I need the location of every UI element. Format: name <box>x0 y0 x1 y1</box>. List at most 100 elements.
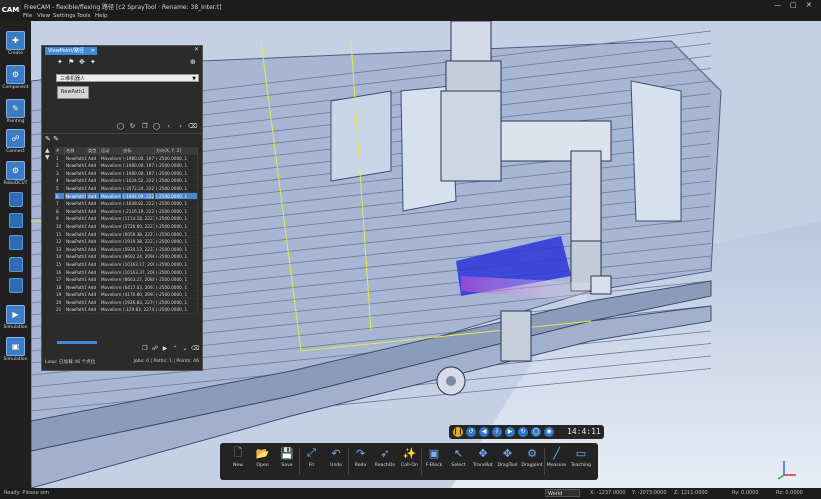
ry-readout: Ry: 0.0000 <box>732 490 759 496</box>
table-row[interactable]: 5NewPath1-5AddMovelinm(-3572.24, 2227.24… <box>55 184 198 193</box>
toolbar-f-block-button[interactable]: ▣ F-Block <box>422 446 446 469</box>
table-row[interactable]: 19NewPath1-19AddMovelinm(4170.80, 2093.2… <box>55 291 198 299</box>
toolbar-undo-button[interactable]: ↶ Undo <box>324 446 348 469</box>
rail-simulation-1[interactable]: ▶ Simulation <box>0 305 31 330</box>
robot-select[interactable]: 三维机器人 ▼ <box>56 74 199 82</box>
toolbar-reachon-button[interactable]: ➶ ReachOn <box>373 446 397 469</box>
pause-button[interactable]: ❙❙ <box>453 427 463 437</box>
table-row[interactable]: 7NewPath1-7AddMovelinm(-1648.82, 2227.24… <box>55 200 198 208</box>
toolbar-dragjoint-button[interactable]: ⚙ Dragjoint <box>520 446 544 469</box>
table-row[interactable]: 2NewPath1-2AddMovelinm(-1980.00, 1975.00… <box>55 162 198 170</box>
table-row[interactable]: 8NewPath1-8AddMovelinm(-2116.19, 2227.24… <box>55 207 198 216</box>
panel-close-icon[interactable]: ✕ <box>194 46 199 53</box>
tab-close-icon[interactable]: ✕ <box>91 47 95 55</box>
toolbar-measure-button[interactable]: ╱ Measure <box>545 446 569 469</box>
left-icon[interactable]: ‹ <box>164 122 173 131</box>
table-cell: Add <box>87 192 100 201</box>
transform-icon[interactable]: ✦ <box>90 58 96 66</box>
table-row[interactable]: 3NewPath1-3AddMovelinm(-1980.00, 1975.00… <box>55 169 198 178</box>
toolbar-fit-button[interactable]: ⤢ Fit <box>300 446 324 468</box>
table-row[interactable]: 13NewPath1-13AddMovelinm(5920.13, 2227.2… <box>55 245 198 254</box>
toolbar-dragtool-button[interactable]: ✥ DragTool <box>496 446 520 469</box>
table-row[interactable]: 9NewPath1-9AddMovelinm(1114.18, 2227.24,… <box>55 215 198 223</box>
rail-simulation-2[interactable]: ▣ Simulation <box>0 337 31 362</box>
copy-icon[interactable]: ❐ <box>140 122 149 131</box>
step-back-button[interactable]: ◀ <box>479 427 489 437</box>
table-cell: Add <box>87 291 100 299</box>
flag-icon[interactable]: ⚑ <box>68 58 74 66</box>
step-button[interactable]: ⇩ <box>492 427 502 437</box>
up-icon[interactable]: ⌃ <box>171 345 179 353</box>
circle-icon[interactable]: ◯ <box>116 122 125 131</box>
sync-icon[interactable]: ↻ <box>128 122 137 131</box>
toolbar-save-button[interactable]: 💾 Save <box>275 446 299 469</box>
menu-help[interactable]: Help <box>95 13 108 19</box>
move-icon[interactable]: ✥ <box>79 58 85 66</box>
table-row[interactable]: 11NewPath1-11AddMovelinm(6059.38, 2227.2… <box>55 230 198 239</box>
rewind-button[interactable]: ↺ <box>466 427 476 437</box>
menu-view[interactable]: View <box>37 13 50 19</box>
toolbar-label: Teaching <box>570 463 592 468</box>
rail-tool-4[interactable] <box>0 257 31 272</box>
step-forward-button[interactable]: ▶ <box>505 427 515 437</box>
toolbar-open-button[interactable]: 📂 Open <box>251 446 275 469</box>
table-cell: 11 <box>55 230 65 239</box>
speed-button[interactable]: ◯ <box>531 427 541 437</box>
toolbar-new-button[interactable]: 🗋 New <box>226 446 250 469</box>
rail-connect[interactable]: ☍ Connect <box>0 129 31 154</box>
loop-button[interactable]: ↻ <box>518 427 528 437</box>
panel-tab[interactable]: ViewPoint/路径 ✕ <box>45 47 97 55</box>
rail-tool-5[interactable] <box>0 278 31 293</box>
table-row[interactable]: 16NewPath1-16AddMovelinm(10163.37, 2088.… <box>55 268 198 277</box>
path-button[interactable]: NewPath1 <box>57 86 89 99</box>
minimize-icon[interactable]: — <box>774 1 781 9</box>
close-icon[interactable]: ✕ <box>806 1 812 9</box>
copy-icon[interactable]: ❐ <box>141 345 149 353</box>
add-point-icon[interactable]: ✎ <box>45 135 51 143</box>
trash-icon[interactable]: ⌫ <box>188 122 197 131</box>
shield-icon[interactable]: ◯ <box>152 122 161 131</box>
rail-tool-1[interactable] <box>0 192 31 207</box>
play-icon[interactable]: ▶ <box>161 345 169 353</box>
table-row[interactable]: 20NewPath1-20AddMovelinm(1926.83, 2274.8… <box>55 298 198 307</box>
table-row[interactable]: 15NewPath1-15AddMovelinm(10163.17, 2098.… <box>55 260 198 269</box>
move-down-icon[interactable]: ▼ <box>45 154 53 161</box>
table-row[interactable]: 18NewPath1-18AddMovelinm(6417.03, 2093.2… <box>55 283 198 292</box>
toolbar-select-button[interactable]: ↖ Select <box>447 446 471 469</box>
table-row[interactable]: 1NewPath1-1AddMovelinm(-1980.00, 1975.00… <box>55 154 198 163</box>
table-row[interactable]: 6NewPath1-6AddMovelinm(-1904.09, 2227.24… <box>55 192 198 201</box>
menu-tools[interactable]: Tools <box>77 13 91 19</box>
main-toolbar: 🗋 New 📂 Open 💾 Save ⤢ Fit ↶ Undo ↷ Redo ➶ ReachOn ✨ Col… <box>220 443 598 480</box>
table-row[interactable]: 17NewPath1-17AddMovelinm(8663.27, 2088.9… <box>55 276 198 284</box>
table-row[interactable]: 4NewPath1-4AddMovelinm(-1024.52, 2227.24… <box>55 177 198 185</box>
table-row[interactable]: 21NewPath1-21AddMovelinm(-129.83, 2274.8… <box>55 306 198 315</box>
maximize-icon[interactable]: □ <box>790 1 797 9</box>
table-scrollbar[interactable] <box>57 341 97 344</box>
toolbar-redo-button[interactable]: ↷ Redo <box>349 446 373 469</box>
menu-settings[interactable]: Settings <box>53 13 76 19</box>
toolbar-teaching-button[interactable]: ▭ Teaching <box>569 446 593 469</box>
rail-tool-2[interactable] <box>0 213 31 228</box>
down-icon[interactable]: ⌄ <box>181 345 189 353</box>
rail-create[interactable]: ✚ Create <box>0 31 31 56</box>
rail-component[interactable]: ⚙ Component <box>0 65 31 90</box>
trash-icon[interactable]: ⌫ <box>191 345 199 353</box>
table-cell: (-2500.0000, 1 <box>155 207 198 216</box>
table-row[interactable]: 10NewPath1-10AddMovelinm(2720.60, 2227.2… <box>55 222 198 231</box>
record-button[interactable]: ◉ <box>544 427 554 437</box>
toolbar-transrot-button[interactable]: ✥ TransRot <box>471 446 495 469</box>
pin-icon[interactable]: ✦ <box>57 58 63 66</box>
table-row[interactable]: 14NewPath1-14AddMovelinm(9602.24, 2098.9… <box>55 253 198 261</box>
target-icon[interactable]: ⊕ <box>190 58 196 66</box>
edit-point-icon[interactable]: ✎ <box>53 135 59 143</box>
coordinate-frame-select[interactable]: World <box>545 489 580 497</box>
rail-painting[interactable]: ✎ Painting <box>0 99 31 124</box>
rail-tool-3[interactable] <box>0 235 31 250</box>
right-icon[interactable]: › <box>176 122 185 131</box>
move-up-icon[interactable]: ▲ <box>45 147 53 154</box>
toolbar-coll-on-button[interactable]: ✨ Coll-On <box>398 446 422 469</box>
table-row[interactable]: 12NewPath1-12AddMovelinm(1919.38, 2227.2… <box>55 238 198 246</box>
menu-file[interactable]: File <box>23 13 32 19</box>
rail-robodcut[interactable]: ⚙ RoboDCUT <box>0 161 31 186</box>
link-icon[interactable]: ☍ <box>151 345 159 353</box>
